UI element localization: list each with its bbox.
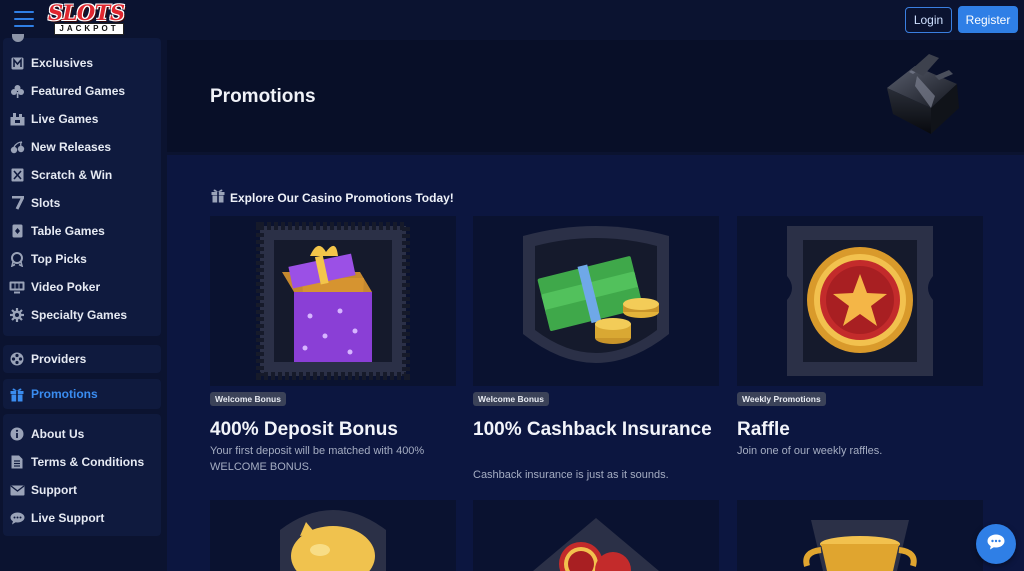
logo-bottom-text: JACKPOT [54, 23, 124, 35]
sidebar-item-label: Terms & Conditions [31, 455, 145, 469]
sidebar-item-label: Providers [31, 352, 87, 366]
sidebar-item-exclusives[interactable]: Exclusives [3, 50, 161, 76]
sidebar-item-label: About Us [31, 427, 85, 441]
sidebar-item-label: Live Games [31, 112, 99, 126]
sidebar-games-group: Exclusives Featured Games Live Games New… [3, 34, 161, 336]
cashback-insurance-image[interactable] [473, 216, 719, 386]
gift-icon [9, 386, 25, 402]
card-badge: Welcome Bonus [210, 392, 286, 406]
chips-image[interactable] [473, 500, 719, 571]
page-title: Promotions [210, 86, 316, 107]
gift-box-illustration [887, 54, 959, 134]
sidebar-item-label: Live Support [31, 511, 105, 525]
seven-icon [9, 195, 25, 211]
sidebar-promotions-group: Promotions [3, 379, 161, 409]
sidebar-item-live-support[interactable]: Live Support [3, 505, 161, 531]
top-bar: SLOTS JACKPOT Login Register [0, 0, 1024, 40]
sidebar-item-providers[interactable]: Providers [3, 346, 161, 372]
sidebar-item-scratch-win[interactable]: Scratch & Win [3, 162, 161, 188]
card-title[interactable]: Raffle [737, 418, 983, 442]
hero-banner: Promotions [167, 40, 1024, 152]
live-games-icon [9, 111, 25, 127]
sidebar-item-label: Promotions [31, 387, 98, 401]
sidebar: Exclusives Featured Games Live Games New… [0, 34, 162, 571]
card-badge: Welcome Bonus [473, 392, 549, 406]
sidebar-item-label: New Releases [31, 140, 112, 154]
document-icon [9, 454, 25, 470]
sidebar-item-label: Slots [31, 196, 61, 210]
logo[interactable]: SLOTS JACKPOT [48, 2, 134, 36]
sidebar-providers-group: Providers [3, 345, 161, 373]
live-chat-button[interactable] [976, 524, 1016, 564]
sidebar-item-slots[interactable]: Slots [3, 190, 161, 216]
film-reel-icon [9, 351, 25, 367]
menu-icon[interactable] [14, 11, 34, 27]
sidebar-item-live-games[interactable]: Live Games [3, 106, 161, 132]
login-button[interactable]: Login [905, 7, 952, 33]
cherries-icon [9, 139, 25, 155]
monitor-icon [9, 279, 25, 295]
sidebar-item-support[interactable]: Support [3, 477, 161, 503]
sidebar-item-label: Scratch & Win [31, 168, 113, 182]
scratch-card-icon [9, 167, 25, 183]
sidebar-info-group: About Us Terms & Conditions Support Live… [3, 414, 161, 536]
piggy-bank-image[interactable] [210, 500, 456, 571]
sidebar-item-label: Video Poker [31, 280, 101, 294]
register-button[interactable]: Register [958, 6, 1018, 33]
sidebar-item-new-releases[interactable]: New Releases [3, 134, 161, 160]
sidebar-item-label: Top Picks [31, 252, 87, 266]
trophy-image[interactable] [737, 500, 983, 571]
raffle-image[interactable] [737, 216, 983, 386]
sidebar-item-video-poker[interactable]: Video Poker [3, 274, 161, 300]
sidebar-item-specialty-games[interactable]: Specialty Games [3, 302, 161, 328]
clover-icon [9, 83, 25, 99]
card-badge: Weekly Promotions [737, 392, 826, 406]
sidebar-item-top-picks[interactable]: Top Picks [3, 246, 161, 272]
sidebar-item-label: Specialty Games [31, 308, 128, 322]
sidebar-item-label: Support [31, 483, 77, 497]
sidebar-item-label: Exclusives [31, 56, 94, 70]
card-description: Cashback insurance is just as it sounds. [473, 469, 669, 481]
logo-top-text: SLOTS [48, 0, 125, 25]
sidebar-item-promotions[interactable]: Promotions [3, 381, 161, 407]
sidebar-item-terms-conditions[interactable]: Terms & Conditions [3, 449, 161, 475]
playing-card-icon [9, 223, 25, 239]
card-description: Your first deposit will be matched with … [210, 445, 425, 473]
sidebar-item-about-us[interactable]: About Us [3, 421, 161, 447]
explore-label: Explore Our Casino Promotions Today! [230, 191, 454, 205]
chat-bubble-icon [987, 534, 1005, 555]
card-title[interactable]: 400% Deposit Bonus [210, 418, 456, 442]
gear-icon [9, 307, 25, 323]
info-icon [9, 426, 25, 442]
sidebar-item-table-games[interactable]: Table Games [3, 218, 161, 244]
partial-icon [12, 34, 24, 42]
deposit-bonus-image[interactable] [210, 216, 456, 386]
sidebar-item-label: Table Games [31, 224, 105, 238]
sidebar-item-label: Featured Games [31, 84, 126, 98]
sidebar-item-featured-games[interactable]: Featured Games [3, 78, 161, 104]
exclusives-icon [9, 55, 25, 71]
card-description: Join one of our weekly raffles. [737, 445, 883, 457]
chat-icon [9, 510, 25, 526]
card-title[interactable]: 100% Cashback Insurance [473, 418, 719, 442]
envelope-icon [9, 482, 25, 498]
explore-heading: Explore Our Casino Promotions Today! [211, 188, 454, 208]
badge-icon [9, 251, 25, 267]
promotions-section: Explore Our Casino Promotions Today! Wel… [167, 155, 1024, 571]
gift-icon [211, 188, 225, 208]
